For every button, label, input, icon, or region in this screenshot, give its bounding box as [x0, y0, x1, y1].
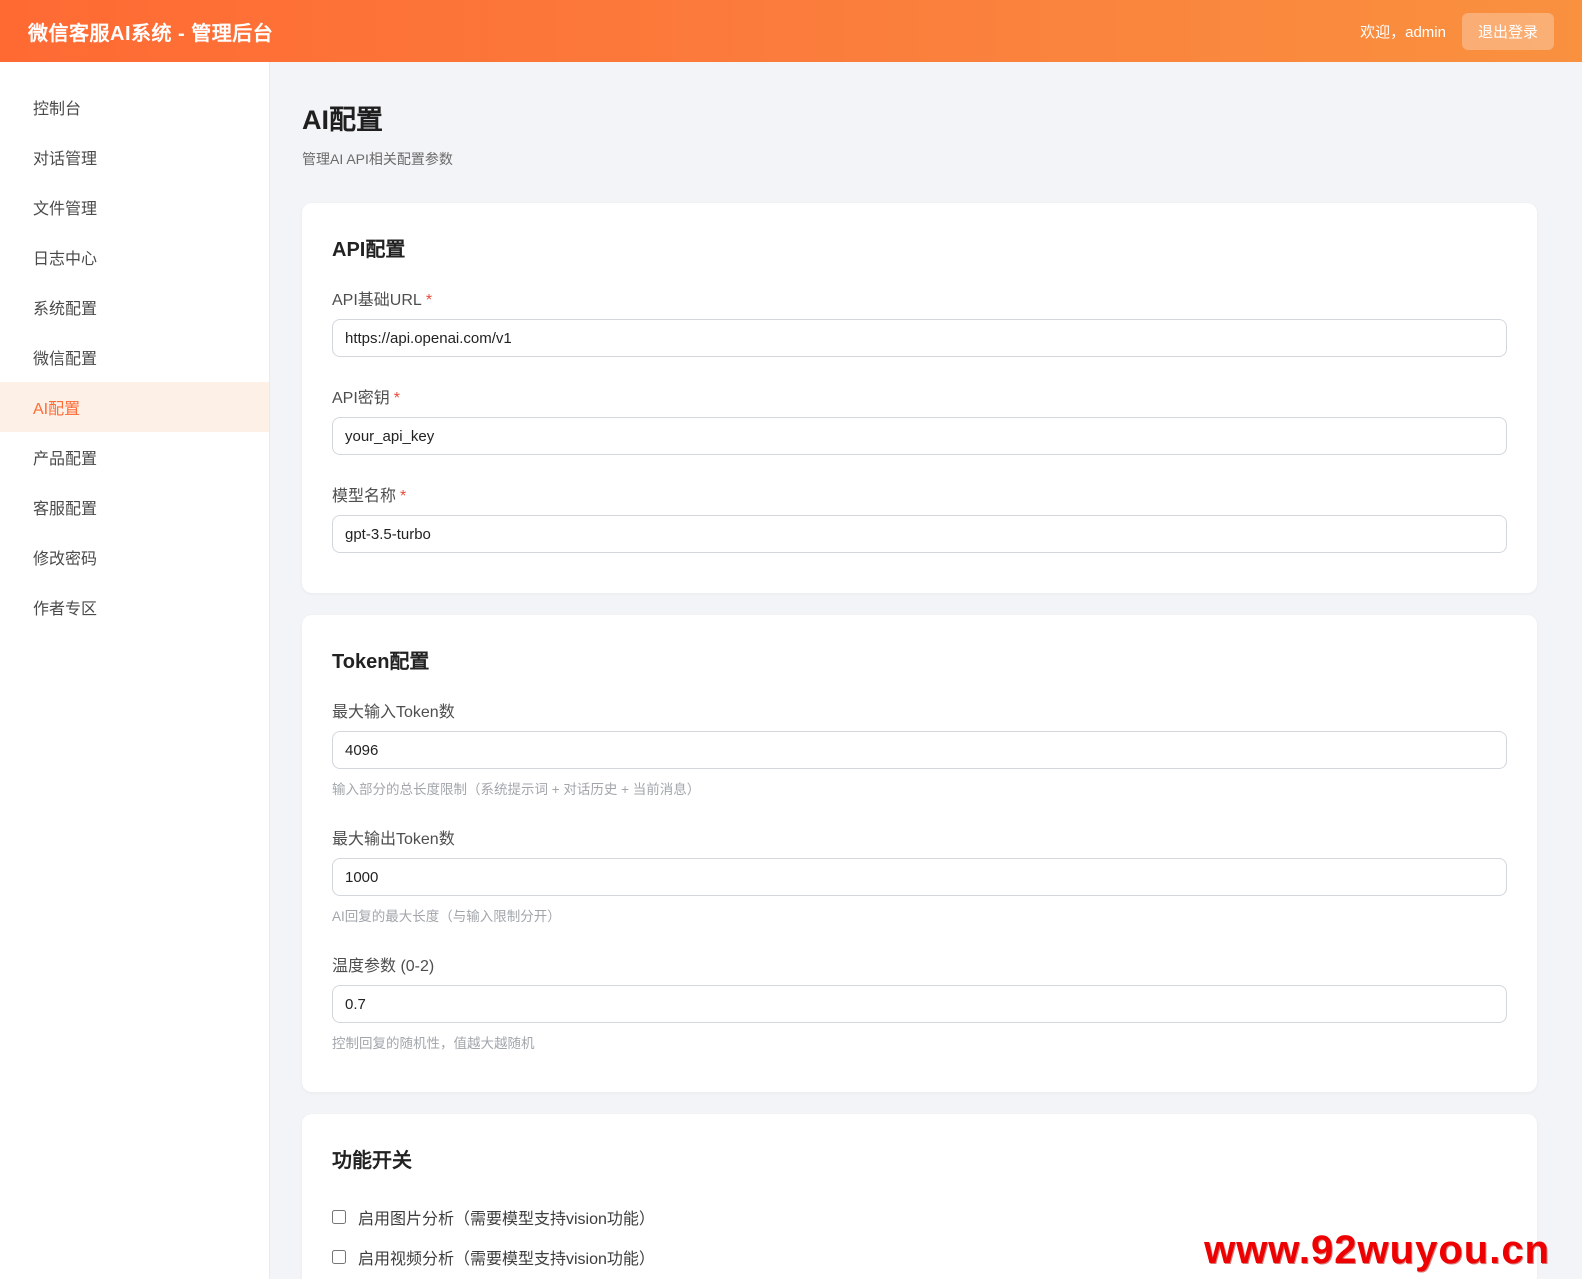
api-base-url-input[interactable] [332, 319, 1507, 357]
feature-switch-card: 功能开关 启用图片分析（需要模型支持vision功能） 启用视频分析（需要模型支… [302, 1114, 1537, 1279]
model-name-field: 模型名称 * [332, 482, 1507, 553]
model-name-label: 模型名称 * [332, 488, 407, 505]
token-config-card-title: Token配置 [332, 651, 430, 673]
welcome-text: 欢迎，admin [1360, 23, 1446, 41]
sidebar-item-conversations[interactable]: 对话管理 [0, 132, 269, 182]
max-output-token-field: 最大输出Token数 AI回复的最大长度（与输入限制分开） [332, 825, 1507, 925]
model-name-input[interactable] [332, 515, 1507, 553]
header-right: 欢迎，admin 退出登录 [1360, 12, 1554, 50]
enable-video-analysis-row[interactable]: 启用视频分析（需要模型支持vision功能） [332, 1237, 1507, 1277]
required-asterisk: * [400, 488, 407, 505]
app-title: 微信客服AI系统 - 管理后台 [28, 22, 274, 45]
sidebar-item-files[interactable]: 文件管理 [0, 182, 269, 232]
token-config-card: Token配置 最大输入Token数 输入部分的总长度限制（系统提示词 + 对话… [302, 615, 1537, 1092]
sidebar-item-product-config[interactable]: 产品配置 [0, 432, 269, 482]
api-key-label: API密钥 * [332, 390, 401, 407]
enable-image-analysis-row[interactable]: 启用图片分析（需要模型支持vision功能） [332, 1197, 1507, 1237]
required-asterisk: * [425, 292, 433, 309]
max-input-token-hint: 输入部分的总长度限制（系统提示词 + 对话历史 + 当前消息） [332, 782, 701, 797]
sidebar-item-dashboard[interactable]: 控制台 [0, 82, 269, 132]
sidebar: 控制台 对话管理 文件管理 日志中心 系统配置 微信配置 AI配置 产品配置 客… [0, 62, 270, 1279]
feature-switch-card-title: 功能开关 [332, 1150, 412, 1172]
api-key-field: API密钥 * [332, 384, 1507, 455]
enable-image-analysis-checkbox[interactable] [332, 1210, 346, 1224]
max-output-token-input[interactable] [332, 858, 1507, 896]
top-header: 微信客服AI系统 - 管理后台 欢迎，admin 退出登录 [0, 0, 1582, 62]
sidebar-item-author-zone[interactable]: 作者专区 [0, 582, 269, 632]
api-base-url-label: API基础URL * [332, 292, 433, 309]
max-input-token-label: 最大输入Token数 [332, 704, 455, 721]
enable-video-analysis-checkbox[interactable] [332, 1250, 346, 1264]
sidebar-item-change-password[interactable]: 修改密码 [0, 532, 269, 582]
api-config-card-title: API配置 [332, 239, 406, 261]
max-input-token-field: 最大输入Token数 输入部分的总长度限制（系统提示词 + 对话历史 + 当前消… [332, 698, 1507, 798]
sidebar-item-logs[interactable]: 日志中心 [0, 232, 269, 282]
max-output-token-hint: AI回复的最大长度（与输入限制分开） [332, 909, 561, 924]
api-base-url-field: API基础URL * [332, 286, 1507, 357]
sidebar-item-ai-config[interactable]: AI配置 [0, 382, 269, 432]
temperature-field: 温度参数 (0-2) 控制回复的随机性，值越大越随机 [332, 952, 1507, 1052]
sidebar-item-system-config[interactable]: 系统配置 [0, 282, 269, 332]
sidebar-item-wechat-config[interactable]: 微信配置 [0, 332, 269, 382]
sidebar-item-service-config[interactable]: 客服配置 [0, 482, 269, 532]
temperature-hint: 控制回复的随机性，值越大越随机 [332, 1036, 535, 1051]
enable-video-analysis-label: 启用视频分析（需要模型支持vision功能） [358, 1251, 655, 1268]
main-content: AI配置 管理AI API相关配置参数 API配置 API基础URL* API密… [270, 62, 1582, 1279]
app-window: 微信客服AI系统 - 管理后台 欢迎，admin 退出登录 控制台 对话管理 文… [0, 0, 1582, 1279]
enable-image-analysis-label: 启用图片分析（需要模型支持vision功能） [358, 1211, 655, 1228]
page-title: AI配置 [302, 105, 383, 135]
max-input-token-input[interactable] [332, 731, 1507, 769]
api-key-input[interactable] [332, 417, 1507, 455]
page-subtitle: 管理AI API相关配置参数 [302, 151, 453, 167]
temperature-label: 温度参数 (0-2) [332, 958, 435, 975]
logout-button[interactable]: 退出登录 [1461, 12, 1554, 50]
required-asterisk: * [393, 390, 401, 407]
api-config-card: API配置 API基础URL* API密钥* 模型名称* [302, 203, 1537, 593]
max-output-token-label: 最大输出Token数 [332, 831, 455, 848]
temperature-input[interactable] [332, 985, 1507, 1023]
